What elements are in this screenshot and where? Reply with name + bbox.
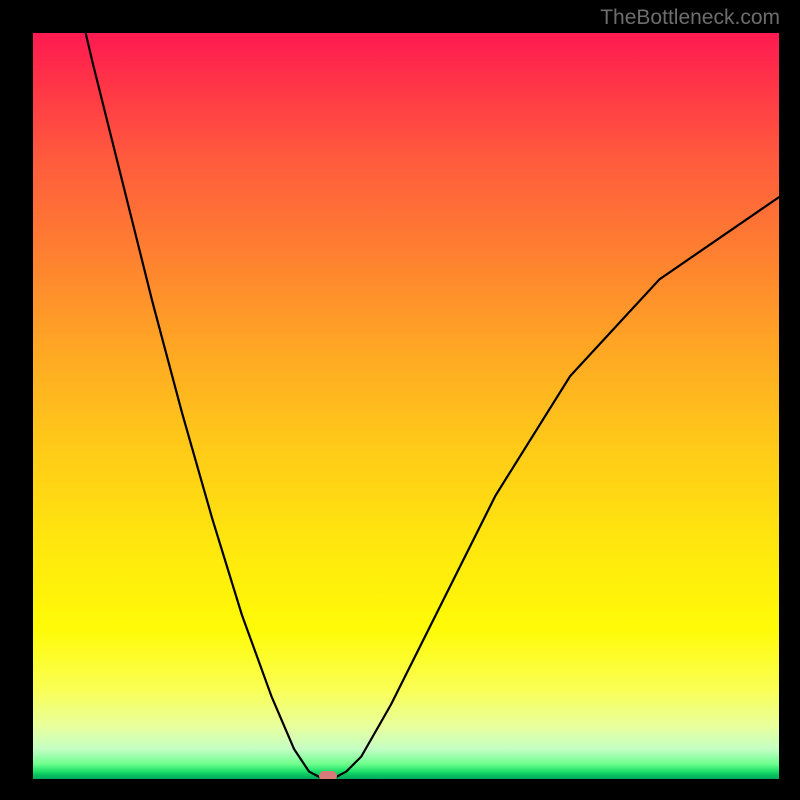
bottleneck-curve [33,33,779,779]
watermark-text: TheBottleneck.com [600,6,780,30]
minimum-marker [319,771,337,779]
plot-area [33,33,779,779]
curve-layer [33,33,779,779]
chart-container: TheBottleneck.com [0,0,800,800]
